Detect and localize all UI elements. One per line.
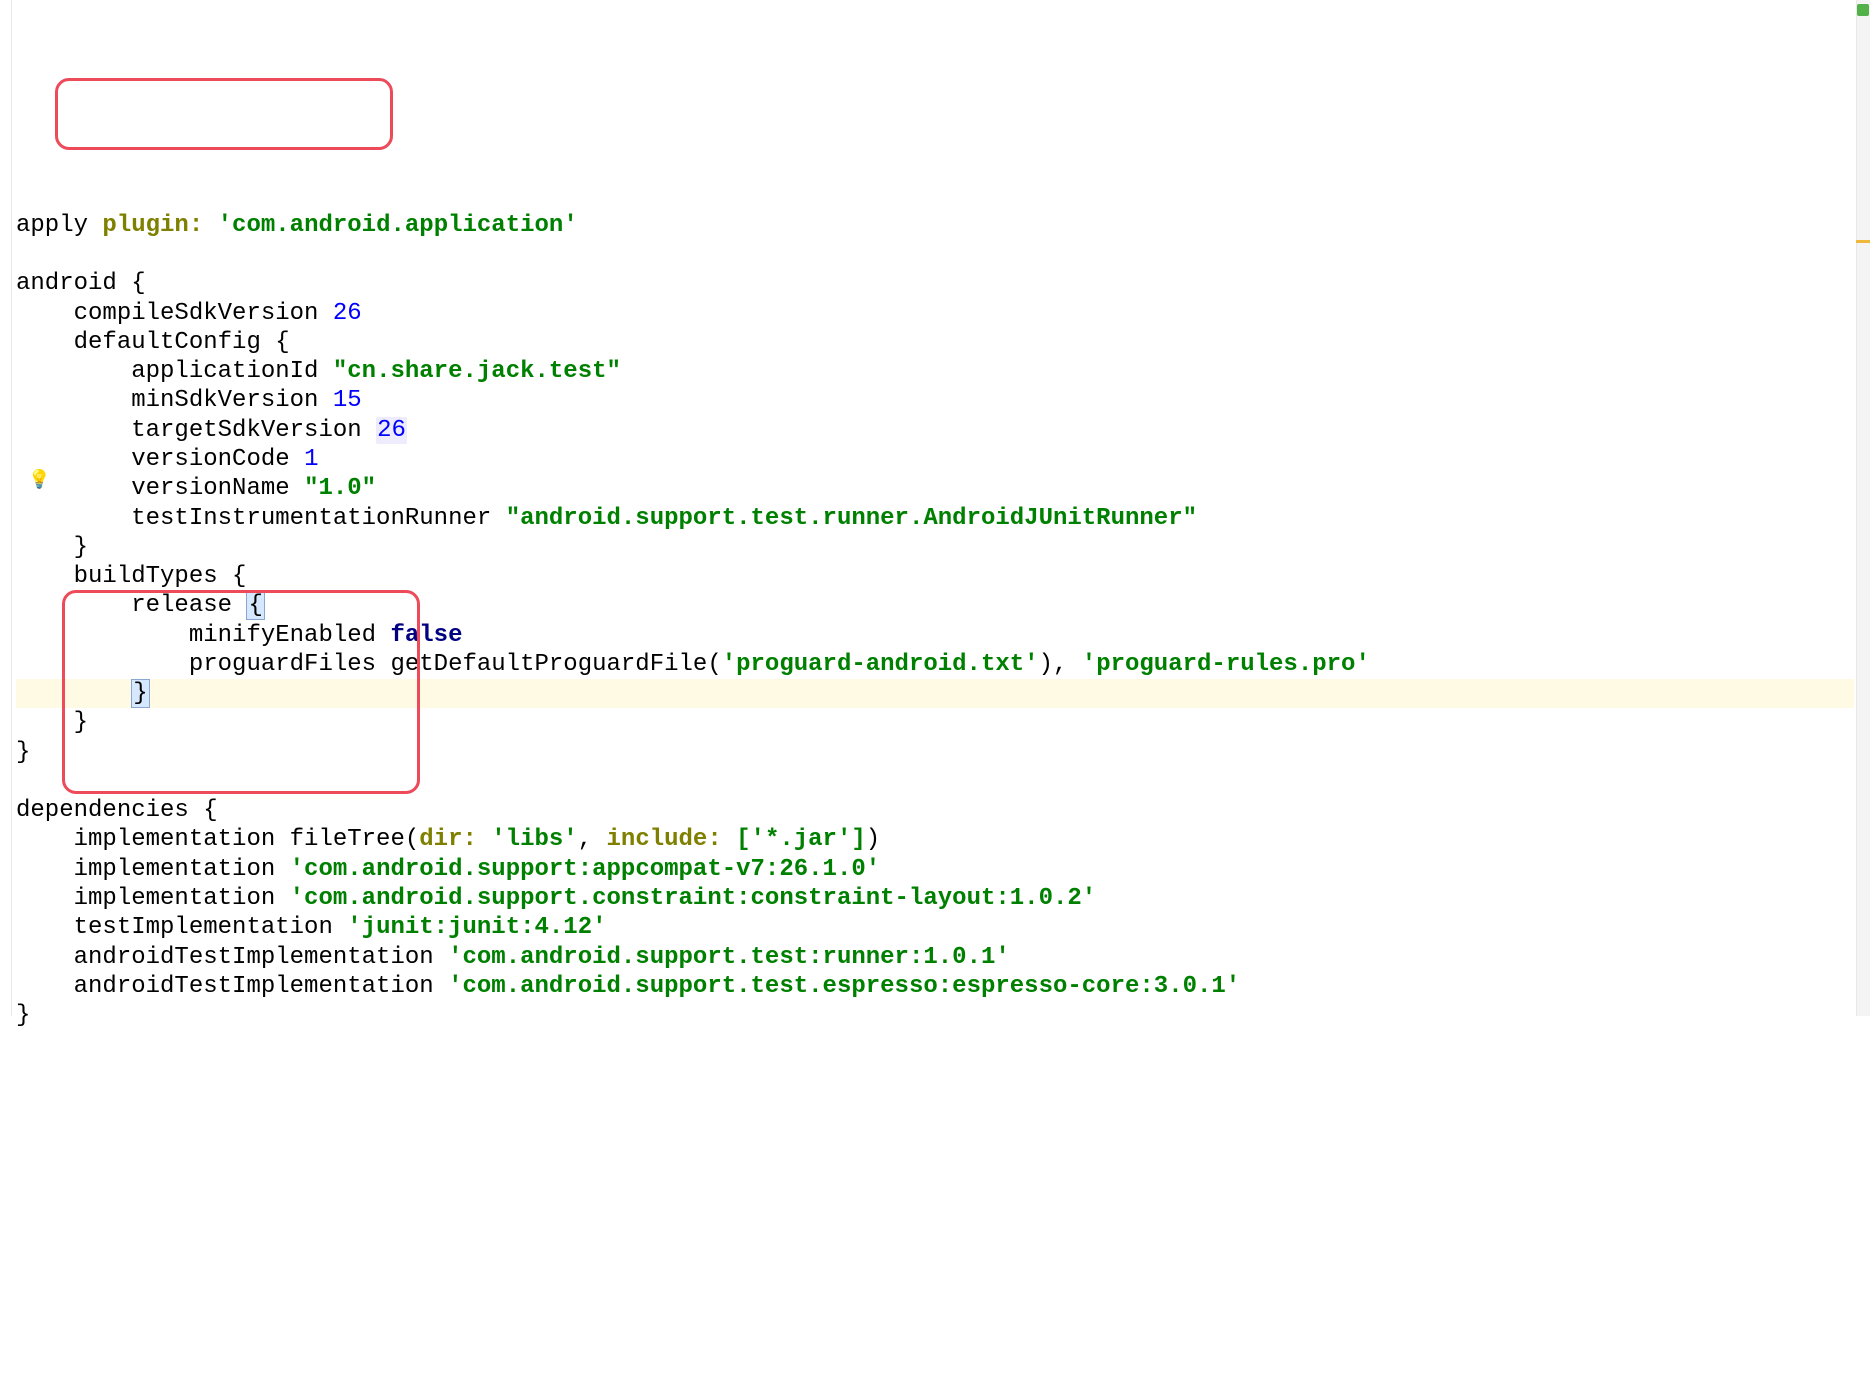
code-string: 'com.android.support.test.espresso:espre… xyxy=(448,973,1240,1000)
code-string: "android.support.test.runner.AndroidJUni… xyxy=(506,505,1197,532)
code-token: , xyxy=(578,826,592,853)
code-token: proguardFiles getDefaultProguardFile( xyxy=(189,651,722,678)
code-token: android xyxy=(16,270,117,297)
code-string: 'libs' xyxy=(491,826,577,853)
code-token: ), xyxy=(1039,651,1068,678)
code-number: 15 xyxy=(333,387,362,414)
code-string: 'junit:junit:4.12' xyxy=(347,914,606,941)
code-token: testInstrumentationRunner xyxy=(131,505,491,532)
code-brace: { xyxy=(203,797,217,824)
code-editor[interactable]: apply plugin: 'com.android.application' … xyxy=(0,176,1870,1031)
code-token: release xyxy=(131,592,232,619)
scrollbar[interactable] xyxy=(1856,0,1870,1016)
intention-bulb-icon[interactable]: 💡 xyxy=(28,471,46,489)
code-token: implementation xyxy=(74,856,276,883)
code-string: "1.0" xyxy=(304,475,376,502)
code-string: ['*.jar'] xyxy=(736,826,866,853)
warning-marker[interactable] xyxy=(1856,240,1870,243)
code-token: androidTestImplementation xyxy=(74,973,434,1000)
code-token: androidTestImplementation xyxy=(74,944,434,971)
code-brace: } xyxy=(16,739,30,766)
code-token: ) xyxy=(866,826,880,853)
code-brace: { xyxy=(275,329,289,356)
code-string: "cn.share.jack.test" xyxy=(333,358,621,385)
code-brace-match: { xyxy=(246,591,264,620)
code-token: compileSdkVersion xyxy=(74,300,319,327)
code-keyword: dir: xyxy=(419,826,477,853)
code-brace: { xyxy=(232,563,246,590)
code-token: versionName xyxy=(131,475,289,502)
code-brace: { xyxy=(131,270,145,297)
code-token: testImplementation xyxy=(74,914,333,941)
code-brace: } xyxy=(74,534,88,561)
code-token: applicationId xyxy=(131,358,318,385)
code-string: 'com.android.support.constraint:constrai… xyxy=(290,885,1097,912)
code-token: implementation fileTree( xyxy=(74,826,420,853)
code-brace-match: } xyxy=(131,679,149,708)
code-token: defaultConfig xyxy=(74,329,261,356)
code-number: 26 xyxy=(376,417,407,444)
code-string: 'proguard-android.txt' xyxy=(722,651,1039,678)
code-number: 1 xyxy=(304,446,318,473)
code-token: versionCode xyxy=(131,446,289,473)
code-string: 'com.android.support.test:runner:1.0.1' xyxy=(448,944,1010,971)
analysis-status-icon xyxy=(1857,4,1869,16)
code-token: apply xyxy=(16,212,88,239)
code-keyword: plugin: xyxy=(102,212,203,239)
code-string: 'com.android.support:appcompat-v7:26.1.0… xyxy=(290,856,881,883)
code-string: 'proguard-rules.pro' xyxy=(1082,651,1370,678)
code-token: minSdkVersion xyxy=(131,387,318,414)
code-token: dependencies xyxy=(16,797,189,824)
code-keyword: include: xyxy=(607,826,722,853)
annotation-box-1 xyxy=(55,78,393,150)
code-brace: } xyxy=(74,709,88,736)
code-number: 26 xyxy=(333,300,362,327)
code-token: targetSdkVersion xyxy=(131,417,361,444)
code-keyword: false xyxy=(390,622,462,649)
highlighted-line: } xyxy=(16,679,1854,708)
code-token: minifyEnabled xyxy=(189,622,376,649)
code-token: implementation xyxy=(74,885,276,912)
code-token: buildTypes xyxy=(74,563,218,590)
code-string: 'com.android.application' xyxy=(218,212,578,239)
